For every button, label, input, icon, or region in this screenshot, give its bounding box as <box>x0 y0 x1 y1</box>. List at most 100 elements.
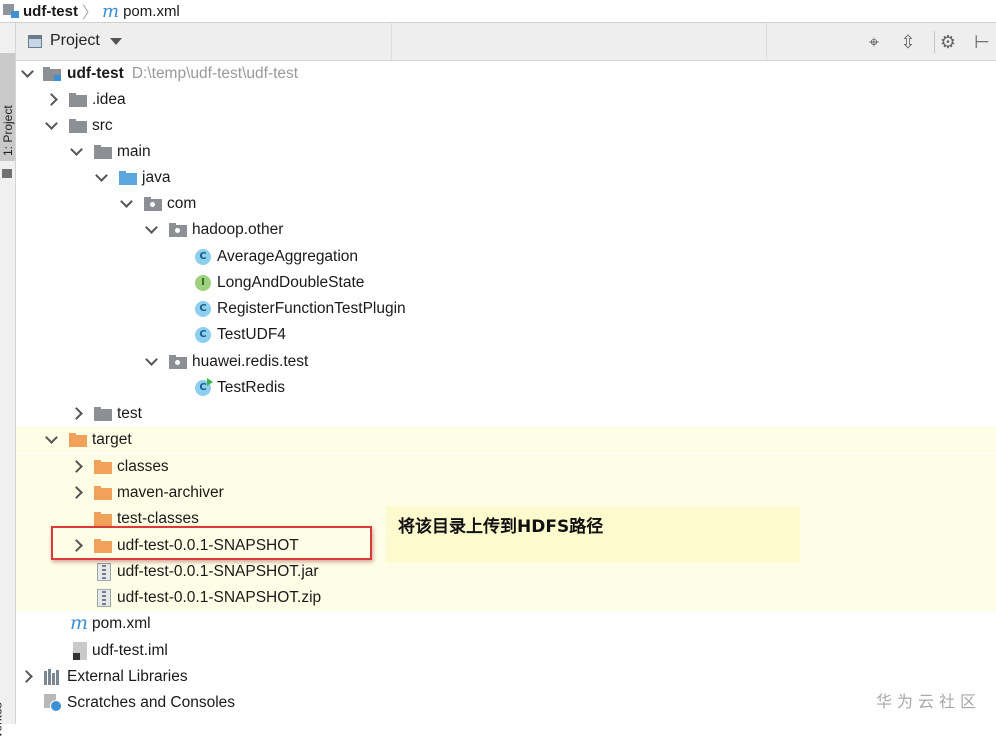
tree-item-java[interactable]: java <box>16 165 996 191</box>
chevron-right-icon[interactable] <box>18 669 34 685</box>
navigation-breadcrumb: udf-test 〉 m pom.xml <box>0 0 996 23</box>
chevron-down-icon[interactable] <box>93 170 109 186</box>
favorites-tool-tab[interactable]: vorites <box>0 702 5 737</box>
tree-item-label: pom.xml <box>92 615 151 632</box>
tree-item-root[interactable]: udf-test D:\temp\udf-test\udf-test <box>16 61 996 87</box>
gear-icon[interactable]: ⚙ <box>938 32 958 52</box>
tree-item-huawei-redis-test[interactable]: huawei.redis.test <box>16 349 996 375</box>
chevron-down-icon[interactable] <box>143 354 159 370</box>
tree-item-class[interactable]: C TestRedis <box>16 375 996 401</box>
header-divider <box>766 23 767 60</box>
tree-item-iml[interactable]: udf-test.iml <box>16 638 996 664</box>
folder-icon <box>69 119 87 133</box>
chevron-right-icon[interactable] <box>43 92 59 108</box>
tree-item-label: target <box>92 431 132 448</box>
breadcrumb-file[interactable]: m pom.xml <box>102 0 180 22</box>
breadcrumb-file-label: pom.xml <box>123 2 180 20</box>
chevron-down-icon[interactable] <box>19 66 35 82</box>
tree-item-path: D:\temp\udf-test\udf-test <box>131 65 299 82</box>
class-icon: C <box>195 301 211 317</box>
chevron-down-icon[interactable] <box>118 196 134 212</box>
tree-item-label: Scratches and Consoles <box>67 694 236 711</box>
annotation-note: 将该目录上传到HDFS路径 <box>386 506 800 562</box>
tree-item-label: TestRedis <box>217 379 286 396</box>
tree-item-pom[interactable]: m pom.xml <box>16 611 996 637</box>
header-divider <box>391 23 392 60</box>
breadcrumb-project[interactable]: udf-test <box>0 0 78 22</box>
tree-item-zip[interactable]: udf-test-0.0.1-SNAPSHOT.zip <box>16 585 996 611</box>
package-icon <box>169 223 187 237</box>
source-folder-icon <box>119 171 137 185</box>
excluded-folder-icon <box>94 486 112 500</box>
tree-item-external-libraries[interactable]: External Libraries <box>16 664 996 690</box>
tree-item-main[interactable]: main <box>16 139 996 165</box>
project-tool-tab[interactable]: 1: Project <box>0 53 15 178</box>
project-tree: udf-test D:\temp\udf-test\udf-test .idea … <box>16 61 996 724</box>
class-icon: C <box>195 327 211 343</box>
archive-file-icon <box>97 589 111 607</box>
tree-item-idea[interactable]: .idea <box>16 87 996 113</box>
tree-item-target[interactable]: target <box>16 427 996 453</box>
package-icon <box>169 355 187 369</box>
tree-item-label: java <box>142 169 171 186</box>
collapse-icon[interactable]: ⇳ <box>898 32 918 52</box>
excluded-folder-icon <box>94 460 112 474</box>
tree-item-label: .idea <box>92 91 126 108</box>
tree-item-hadoop-other[interactable]: hadoop.other <box>16 217 996 243</box>
tree-item-label: udf-test.iml <box>92 642 168 659</box>
tree-item-maven-archiver[interactable]: maven-archiver <box>16 480 996 506</box>
libraries-icon <box>44 669 60 685</box>
chevron-right-icon[interactable] <box>68 459 84 475</box>
tree-item-label: test <box>117 405 142 422</box>
archive-file-icon <box>97 563 111 581</box>
tree-item-classes[interactable]: classes <box>16 454 996 480</box>
chevron-right-icon[interactable] <box>68 406 84 422</box>
panel-title: Project <box>50 32 100 49</box>
tree-item-label: TestUDF4 <box>217 326 286 343</box>
tree-item-class[interactable]: C RegisterFunctionTestPlugin <box>16 296 996 322</box>
breadcrumb-separator-icon: 〉 <box>82 5 99 22</box>
chevron-down-icon <box>109 37 122 45</box>
runnable-class-icon: C <box>195 378 213 396</box>
chevron-down-icon[interactable] <box>43 118 59 134</box>
folder-icon <box>69 93 87 107</box>
breadcrumb-project-label: udf-test <box>23 2 78 20</box>
module-folder-icon <box>43 67 61 81</box>
package-icon <box>144 197 162 211</box>
chevron-down-icon[interactable] <box>68 144 84 160</box>
tree-item-test[interactable]: test <box>16 401 996 427</box>
project-window-icon <box>28 34 42 48</box>
tree-item-label: External Libraries <box>67 668 188 685</box>
tree-item-class[interactable]: C AverageAggregation <box>16 244 996 270</box>
left-tool-strip: 1: Project vorites <box>0 23 16 738</box>
tree-item-label: LongAndDoubleState <box>217 274 365 291</box>
tree-item-label: huawei.redis.test <box>192 353 309 370</box>
excluded-folder-icon <box>69 433 87 447</box>
chevron-down-icon[interactable] <box>43 432 59 448</box>
tree-item-jar[interactable]: udf-test-0.0.1-SNAPSHOT.jar <box>16 559 996 585</box>
hide-icon[interactable]: ⊢ <box>972 32 992 52</box>
project-panel-header: Project ⌖ ⇳ ⚙ ⊢ <box>16 23 996 61</box>
tree-item-class[interactable]: I LongAndDoubleState <box>16 270 996 296</box>
watermark: 华为云社区 <box>876 692 982 711</box>
locate-icon[interactable]: ⌖ <box>864 32 884 52</box>
tree-item-label: udf-test <box>67 65 124 82</box>
chevron-down-icon[interactable] <box>143 222 159 238</box>
tree-item-scratches[interactable]: Scratches and Consoles <box>16 690 996 716</box>
tree-item-label: classes <box>117 458 169 475</box>
tree-item-label: AverageAggregation <box>217 248 359 265</box>
class-icon: C <box>195 249 211 265</box>
view-selector[interactable]: Project <box>28 32 122 50</box>
tree-item-label: main <box>117 143 151 160</box>
tree-item-label: maven-archiver <box>117 484 224 501</box>
tree-item-com[interactable]: com <box>16 191 996 217</box>
maven-file-icon: m <box>70 612 89 634</box>
highlight-box <box>51 526 372 560</box>
tree-item-src[interactable]: src <box>16 113 996 139</box>
maven-file-icon: m <box>102 0 120 22</box>
toolbar-separator <box>934 31 935 53</box>
tree-item-label: RegisterFunctionTestPlugin <box>217 300 406 317</box>
tree-item-class[interactable]: C TestUDF4 <box>16 322 996 348</box>
scratches-icon <box>44 694 62 712</box>
chevron-right-icon[interactable] <box>68 485 84 501</box>
